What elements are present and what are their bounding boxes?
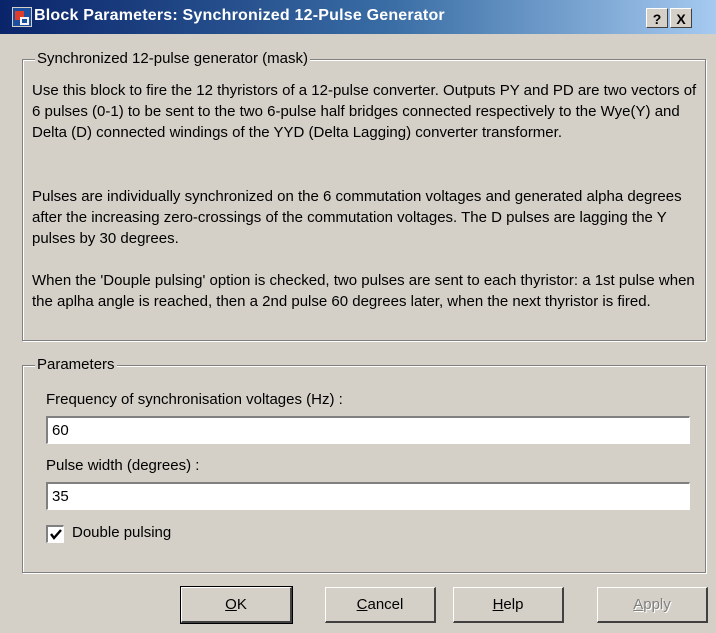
help-mnemonic: H — [492, 596, 504, 613]
frequency-label: Frequency of synchronisation voltages (H… — [46, 391, 343, 408]
description-paragraph-2: Pulses are individually synchronized on … — [32, 188, 682, 247]
context-help-button[interactable]: ? — [646, 8, 668, 28]
cancel-mnemonic: C — [356, 596, 368, 613]
description-group-title: Synchronized 12-pulse generator (mask) — [35, 50, 310, 67]
title-bar[interactable]: Block Parameters: Synchronized 12-Pulse … — [0, 0, 716, 34]
parameters-group-title: Parameters — [35, 356, 117, 373]
ok-button[interactable]: OK — [180, 586, 293, 624]
double-pulsing-label[interactable]: Double pulsing — [72, 524, 171, 541]
cancel-button[interactable]: Cancel — [325, 587, 436, 623]
close-button[interactable]: X — [670, 8, 692, 28]
help-button[interactable]: Help — [453, 587, 564, 623]
cancel-label-rest: ancel — [367, 596, 404, 613]
description-paragraph-1: Use this block to fire the 12 thyristors… — [32, 82, 697, 141]
ok-label-rest: K — [236, 596, 247, 613]
checkmark-icon — [50, 529, 62, 540]
apply-label-rest: pply — [643, 596, 671, 613]
close-icon: X — [676, 11, 686, 27]
window-title: Block Parameters: Synchronized 12-Pulse … — [34, 7, 445, 24]
description-paragraph-3: When the 'Douple pulsing' option is chec… — [32, 272, 695, 310]
help-label-rest: elp — [503, 596, 524, 613]
apply-button[interactable]: Apply — [597, 587, 708, 623]
block-parameters-dialog: Block Parameters: Synchronized 12-Pulse … — [0, 0, 716, 633]
pulse-width-input[interactable]: 35 — [46, 482, 690, 510]
pulse-width-label: Pulse width (degrees) : — [46, 457, 200, 474]
ok-mnemonic: O — [225, 596, 237, 613]
frequency-input[interactable]: 60 — [46, 416, 690, 444]
apply-mnemonic: A — [633, 596, 644, 613]
double-pulsing-checkbox[interactable] — [46, 525, 64, 543]
simulink-block-icon — [12, 7, 32, 27]
